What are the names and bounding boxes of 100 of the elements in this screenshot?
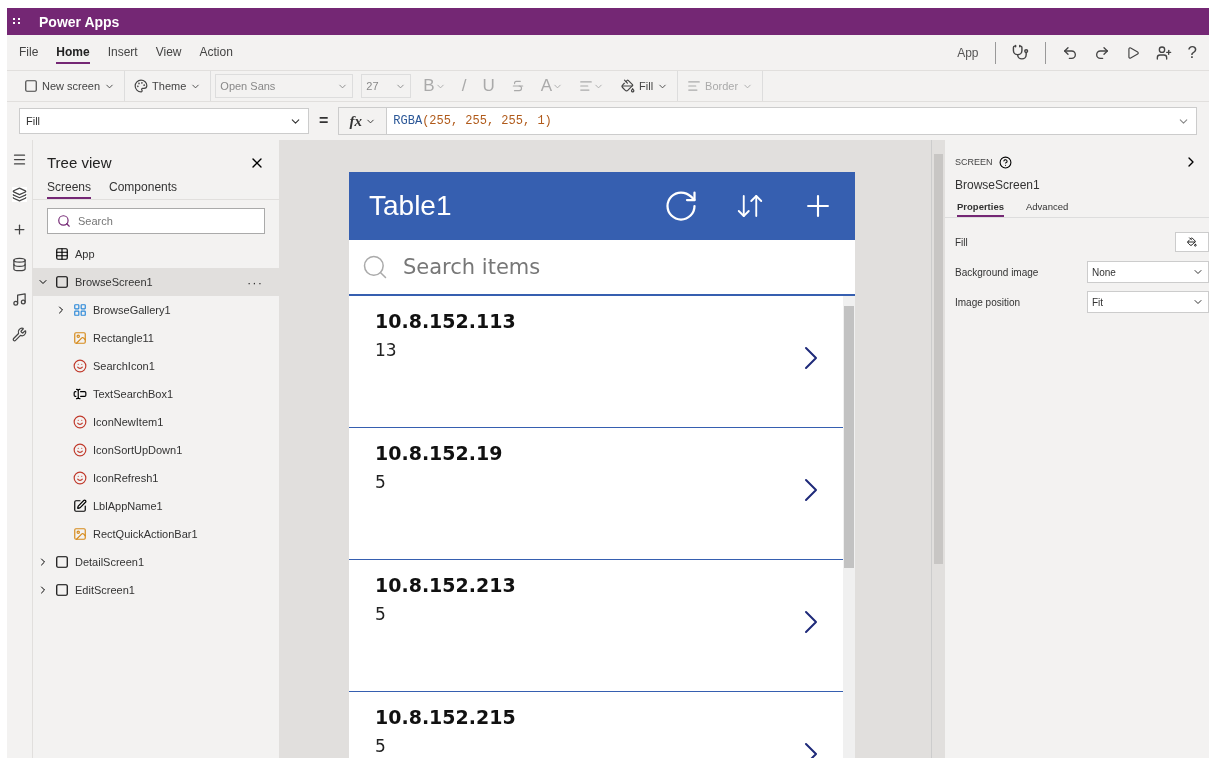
tree-item-label: EditScreen1: [75, 584, 136, 596]
icons-icon: [73, 415, 87, 429]
tree-item[interactable]: RectQuickActionBar1: [33, 520, 279, 548]
property-dropdown[interactable]: None: [1087, 261, 1209, 283]
scrollbar[interactable]: [843, 296, 855, 758]
property-dropdown[interactable]: Fit: [1087, 291, 1209, 313]
tree-item-label: App: [75, 248, 96, 260]
stethoscope-icon[interactable]: [1011, 44, 1029, 61]
menu-tab[interactable]: View: [155, 41, 182, 64]
item-subtitle: 5: [375, 604, 387, 624]
lines-icon: [687, 79, 702, 93]
app-icon: [55, 247, 69, 261]
tree-item[interactable]: EditScreen1: [33, 576, 279, 604]
align-icon: [579, 79, 594, 93]
section-label: SCREEN: [955, 157, 993, 167]
screen-icon: [55, 583, 69, 597]
property-label: Fill: [955, 236, 968, 248]
tree-item-label: IconSortUpDown1: [93, 444, 184, 456]
toolbar-button[interactable]: Fill: [612, 71, 679, 101]
search-icon: [57, 214, 71, 228]
color-picker-button[interactable]: [1175, 232, 1209, 252]
undo-icon[interactable]: [1061, 44, 1078, 61]
tree-item[interactable]: BrowseScreen1 ···: [33, 268, 279, 296]
item-title: 10.8.152.19: [375, 442, 504, 464]
tools-icon[interactable]: [12, 327, 27, 342]
app-name: Table1: [369, 190, 453, 222]
property-dropdown[interactable]: Fill: [19, 108, 309, 134]
tree-item[interactable]: IconSortUpDown1: [33, 436, 279, 464]
tree-item-label: IconRefresh1: [93, 472, 160, 484]
help-icon[interactable]: [998, 155, 1012, 169]
property-label: Background image: [955, 266, 1039, 278]
tree-item[interactable]: SearchIcon1: [33, 352, 279, 380]
tree-item[interactable]: LblAppName1: [33, 492, 279, 520]
item-subtitle: 13: [375, 340, 398, 360]
tree-item[interactable]: DetailScreen1: [33, 548, 279, 576]
property-label: Image position: [955, 296, 1021, 308]
palette-icon: [134, 79, 149, 93]
item-title: 10.8.152.215: [375, 706, 517, 728]
toolbar-button[interactable]: New screen: [15, 71, 126, 101]
tree-item-label: Rectangle11: [93, 332, 155, 344]
panel-tab[interactable]: Screens: [47, 177, 92, 199]
paint-bucket-icon: [621, 79, 636, 93]
tree-item-label: RectQuickActionBar1: [93, 528, 199, 540]
more-button[interactable]: ···: [247, 274, 263, 290]
menu-tab[interactable]: File: [19, 41, 39, 64]
app-title: Power Apps: [39, 13, 120, 30]
search-icon: [361, 253, 389, 281]
tree-item-label: BrowseScreen1: [75, 276, 154, 288]
toolbar-button[interactable]: Theme: [125, 71, 212, 101]
tree-item[interactable]: BrowseGallery1: [33, 296, 279, 324]
icons-icon: [73, 359, 87, 373]
media-icon[interactable]: [12, 292, 27, 307]
panel-tab[interactable]: Properties: [957, 198, 1004, 217]
tree-item[interactable]: IconRefresh1: [33, 464, 279, 492]
strikethrough-icon: [510, 79, 525, 93]
database-icon[interactable]: [12, 257, 27, 272]
layers-icon[interactable]: [12, 187, 27, 202]
redo-icon[interactable]: [1093, 44, 1110, 61]
item-title: 10.8.152.213: [375, 574, 517, 596]
text-input-icon: [73, 387, 87, 401]
tree-item-label: SearchIcon1: [93, 360, 156, 372]
tree-item-label: TextSearchBox1: [93, 388, 175, 400]
tree-item-label: IconNewItem1: [93, 416, 165, 428]
shape-icon: [73, 527, 87, 541]
menu-tab[interactable]: Home: [56, 41, 90, 64]
item-subtitle: 5: [375, 472, 387, 492]
tree-item[interactable]: TextSearchBox1: [33, 380, 279, 408]
tree-item-label: LblAppName1: [93, 500, 164, 512]
panel-tab[interactable]: Advanced: [1026, 198, 1069, 217]
panel-tab[interactable]: Components: [109, 177, 178, 199]
search-field[interactable]: Search: [47, 208, 265, 234]
help-button[interactable]: ?: [1187, 42, 1197, 63]
tree-item[interactable]: IconNewItem1: [33, 408, 279, 436]
menu-icon[interactable]: [12, 152, 27, 167]
panel-title: Tree view: [47, 154, 112, 171]
refresh-icon[interactable]: [663, 188, 699, 224]
menu-tab[interactable]: Action: [199, 41, 233, 64]
tree-item[interactable]: App: [33, 240, 279, 268]
scrollbar[interactable]: [931, 140, 945, 758]
menu-tab[interactable]: Insert: [107, 41, 138, 64]
paint-bucket-icon: [1187, 237, 1197, 247]
plus-icon[interactable]: [12, 222, 27, 237]
user-icon[interactable]: [1155, 44, 1172, 61]
app-label[interactable]: App: [957, 45, 979, 60]
tree-item-label: BrowseGallery1: [93, 304, 172, 316]
screen-icon: [55, 275, 69, 289]
control-name: BrowseScreen1: [955, 178, 1041, 192]
item-title: 10.8.152.113: [375, 310, 517, 332]
equals-sign: =: [319, 112, 329, 130]
item-subtitle: 5: [375, 736, 387, 756]
icons-icon: [73, 471, 87, 485]
play-icon[interactable]: [1125, 45, 1140, 60]
gallery-icon: [73, 303, 87, 317]
tree-item-label: DetailScreen1: [75, 556, 146, 568]
screen-icon: [24, 79, 38, 93]
icons-icon: [73, 443, 87, 457]
shape-icon: [73, 331, 87, 345]
app-launcher-icon[interactable]: [13, 16, 21, 27]
tree-item[interactable]: Rectangle11: [33, 324, 279, 352]
edit-label-icon: [73, 499, 87, 513]
